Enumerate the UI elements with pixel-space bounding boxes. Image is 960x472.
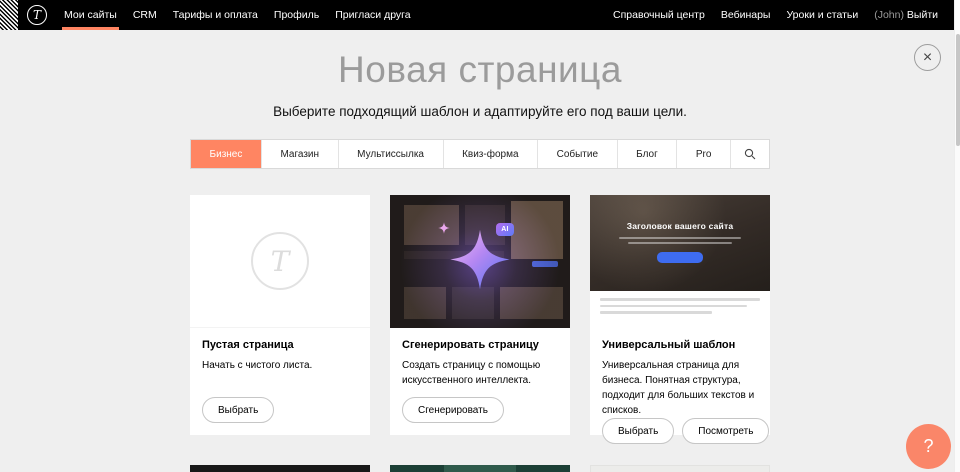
tab-pro[interactable]: Pro: [677, 140, 731, 168]
nav-logout[interactable]: (John) Выйти: [866, 0, 946, 30]
page-title: Новая страница: [0, 48, 960, 92]
decorative-line: [600, 311, 712, 314]
page-subtitle: Выберите подходящий шаблон и адаптируйте…: [0, 104, 960, 119]
search-icon: [744, 148, 756, 160]
template-preview-partial[interactable]: [190, 465, 370, 472]
close-icon: ×: [923, 50, 932, 66]
nav-profile[interactable]: Профиль: [266, 0, 327, 30]
tab-multilink[interactable]: Мультиссылка: [339, 140, 444, 168]
card-title: Универсальный шаблон: [602, 339, 758, 351]
scrollbar[interactable]: [954, 0, 960, 472]
tilda-logo-letter: T: [33, 8, 41, 22]
tab-quiz-form[interactable]: Квиз-форма: [444, 140, 539, 168]
blank-template-preview[interactable]: T: [190, 195, 370, 328]
tilda-mark-icon: T: [251, 232, 309, 290]
nav-invite-friend[interactable]: Пригласи друга: [327, 0, 418, 30]
card-title: Пустая страница: [202, 339, 358, 351]
template-card-universal: Заголовок вашего сайта Универсальный шаб…: [590, 195, 770, 435]
tab-shop[interactable]: Магазин: [262, 140, 339, 168]
ai-template-preview[interactable]: AI: [390, 195, 570, 328]
tab-business[interactable]: Бизнес: [191, 140, 262, 168]
nav-username: (John): [874, 9, 904, 21]
generate-button[interactable]: Сгенерировать: [402, 397, 504, 423]
tab-search[interactable]: [731, 140, 769, 168]
nav-webinars[interactable]: Вебинары: [713, 0, 779, 30]
tab-blog[interactable]: Блог: [618, 140, 678, 168]
template-preview-partial[interactable]: [590, 465, 770, 472]
decorative-line: [628, 242, 732, 244]
universal-template-preview[interactable]: Заголовок вашего сайта: [590, 195, 770, 328]
nav-help-center[interactable]: Справочный центр: [605, 0, 713, 30]
next-templates-row: [190, 465, 770, 472]
preview-text-section: [590, 291, 770, 328]
decorative-line: [600, 305, 747, 308]
tab-event[interactable]: Событие: [538, 140, 618, 168]
tilda-logo[interactable]: T: [27, 5, 47, 25]
nav-my-sites[interactable]: Мои сайты: [56, 0, 125, 30]
template-card-ai-generate: AI Сгенерировать страницу Создать страни…: [390, 195, 570, 435]
nav-tariffs[interactable]: Тарифы и оплата: [165, 0, 266, 30]
top-navbar: T Мои сайты CRM Тарифы и оплата Профиль …: [0, 0, 960, 30]
help-question-icon: ?: [923, 436, 933, 457]
preview-cta-button-shape: [657, 252, 703, 263]
card-description: Универсальная страница для бизнеса. Поня…: [602, 358, 758, 418]
new-page-modal-screen: T Мои сайты CRM Тарифы и оплата Профиль …: [0, 0, 960, 472]
card-description: Создать страницу с помощью искусственног…: [402, 358, 558, 388]
card-description: Начать с чистого листа.: [202, 358, 358, 373]
template-cards-row: T Пустая страница Начать с чистого листа…: [190, 195, 770, 435]
decorative-line: [619, 237, 741, 239]
nav-crm[interactable]: CRM: [125, 0, 165, 30]
template-card-blank: T Пустая страница Начать с чистого листа…: [190, 195, 370, 435]
ai-badge: AI: [496, 223, 514, 236]
ai-sparkle-icon: [449, 228, 511, 295]
tilda-pattern-logo: [0, 0, 18, 30]
choose-universal-button[interactable]: Выбрать: [602, 418, 674, 444]
template-category-tabs: Бизнес Магазин Мультиссылка Квиз-форма С…: [190, 139, 770, 169]
choose-blank-button[interactable]: Выбрать: [202, 397, 274, 423]
help-button[interactable]: ?: [906, 424, 951, 469]
preview-hero-title: Заголовок вашего сайта: [590, 195, 770, 231]
scrollbar-thumb[interactable]: [956, 34, 960, 146]
preview-hero: Заголовок вашего сайта: [590, 195, 770, 291]
view-universal-button[interactable]: Посмотреть: [682, 418, 769, 444]
tilda-mark-letter: T: [271, 245, 290, 278]
card-title: Сгенерировать страницу: [402, 339, 558, 351]
template-preview-partial[interactable]: [390, 465, 570, 472]
decorative-line: [600, 298, 760, 301]
nav-logout-label: Выйти: [907, 9, 938, 21]
close-button[interactable]: ×: [914, 44, 941, 71]
nav-lessons[interactable]: Уроки и статьи: [778, 0, 866, 30]
